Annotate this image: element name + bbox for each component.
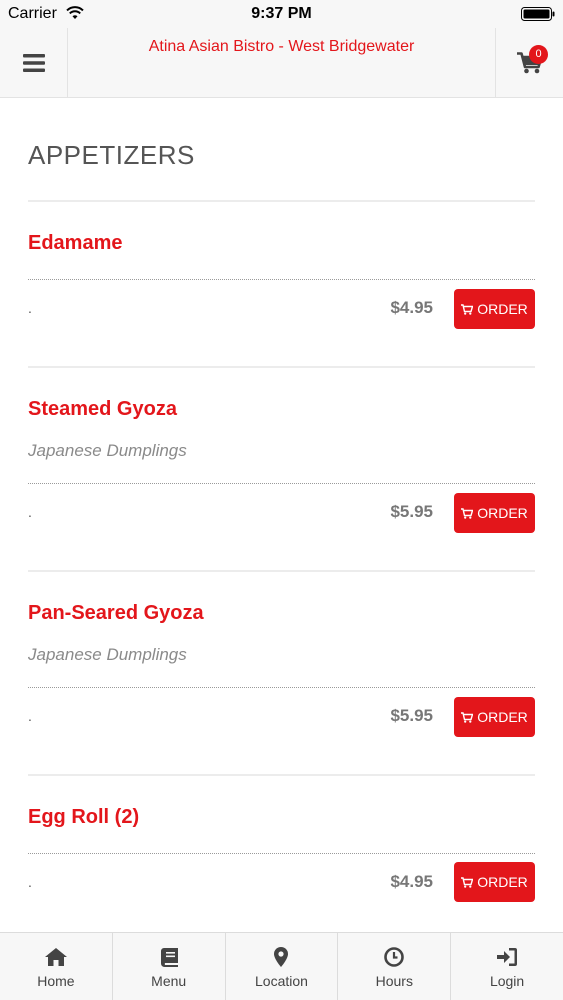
menu-item: Egg Roll (2) . $4.95 ORDER bbox=[28, 776, 535, 932]
nav-location[interactable]: Location bbox=[226, 933, 339, 1000]
book-icon bbox=[160, 947, 178, 967]
menu-item: Pan-Seared Gyoza Japanese Dumplings . $5… bbox=[28, 572, 535, 776]
menu-item: Edamame . $4.95 ORDER bbox=[28, 200, 535, 368]
item-description: Japanese Dumplings bbox=[28, 441, 187, 460]
item-dot: . bbox=[28, 708, 32, 724]
nav-menu[interactable]: Menu bbox=[113, 933, 226, 1000]
nav-login[interactable]: Login bbox=[451, 933, 563, 1000]
login-icon bbox=[497, 947, 518, 967]
cart-icon bbox=[461, 876, 474, 888]
menu-content: APPETIZERS Edamame . $4.95 ORDER Steamed… bbox=[0, 99, 563, 932]
order-label: ORDER bbox=[477, 709, 528, 725]
order-label: ORDER bbox=[477, 505, 528, 521]
order-label: ORDER bbox=[477, 301, 528, 317]
cart-button[interactable]: 0 bbox=[495, 28, 563, 98]
item-price: $5.95 bbox=[390, 706, 433, 725]
status-bar: Carrier 9:37 PM bbox=[0, 0, 563, 28]
cart-icon bbox=[461, 303, 474, 315]
order-button[interactable]: ORDER bbox=[454, 697, 535, 737]
menu-button[interactable] bbox=[0, 28, 68, 98]
item-name: Edamame bbox=[28, 232, 123, 254]
status-time: 9:37 PM bbox=[251, 5, 312, 22]
item-price: $5.95 bbox=[390, 502, 433, 521]
nav-label: Login bbox=[489, 973, 525, 989]
bottom-nav: Home Menu Location Hours Login bbox=[0, 932, 563, 1000]
battery-icon bbox=[521, 7, 555, 21]
item-dot: . bbox=[28, 504, 32, 520]
item-name: Steamed Gyoza bbox=[28, 398, 177, 420]
section-title: APPETIZERS bbox=[28, 140, 195, 170]
home-icon bbox=[44, 947, 67, 967]
cart-icon bbox=[461, 711, 474, 723]
dotted-divider bbox=[28, 483, 535, 484]
dotted-divider bbox=[28, 687, 535, 688]
app-title: Atina Asian Bistro - West Bridgewater bbox=[148, 38, 415, 55]
order-label: ORDER bbox=[477, 874, 528, 890]
item-description: Japanese Dumplings bbox=[28, 645, 187, 664]
item-price: $4.95 bbox=[390, 298, 433, 317]
item-name: Egg Roll (2) bbox=[28, 806, 140, 828]
nav-label: Location bbox=[255, 973, 308, 989]
clock-icon bbox=[384, 947, 405, 967]
dotted-divider bbox=[28, 853, 535, 854]
nav-label: Menu bbox=[151, 973, 187, 989]
nav-home[interactable]: Home bbox=[0, 933, 113, 1000]
menu-item: Steamed Gyoza Japanese Dumplings . $5.95… bbox=[28, 368, 535, 572]
app-header: Atina Asian Bistro - West Bridgewater 0 bbox=[0, 28, 563, 98]
dotted-divider bbox=[28, 279, 535, 280]
nav-hours[interactable]: Hours bbox=[338, 933, 452, 1000]
cart-icon bbox=[461, 507, 474, 519]
map-pin-icon bbox=[274, 947, 289, 967]
order-button[interactable]: ORDER bbox=[454, 493, 535, 533]
item-dot: . bbox=[28, 874, 32, 890]
item-dot: . bbox=[28, 300, 32, 316]
nav-label: Hours bbox=[375, 973, 413, 989]
order-button[interactable]: ORDER bbox=[454, 289, 535, 329]
order-button[interactable]: ORDER bbox=[454, 862, 535, 902]
item-name: Pan-Seared Gyoza bbox=[28, 602, 204, 624]
nav-label: Home bbox=[37, 973, 75, 989]
item-price: $4.95 bbox=[390, 872, 433, 891]
cart-count-badge: 0 bbox=[529, 45, 548, 64]
hamburger-icon bbox=[22, 54, 45, 72]
